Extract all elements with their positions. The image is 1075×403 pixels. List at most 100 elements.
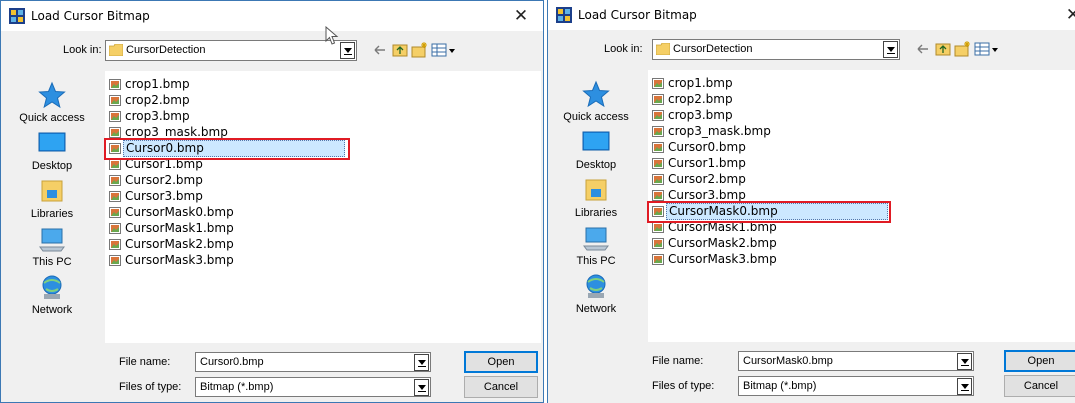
cancel-button[interactable]: Cancel xyxy=(464,376,538,398)
back-arrow-icon[interactable] xyxy=(914,40,932,58)
dialog-title: Load Cursor Bitmap xyxy=(578,8,697,22)
file-type-dropdown-button[interactable] xyxy=(414,379,429,396)
chevron-down-icon xyxy=(344,48,352,53)
look-in-value: CursorDetection xyxy=(673,43,753,55)
bitmap-file-icon xyxy=(109,127,121,138)
cancel-button[interactable]: Cancel xyxy=(1004,375,1075,397)
highlight-box xyxy=(647,201,891,223)
look-in-value: CursorDetection xyxy=(126,44,206,56)
desktop-icon xyxy=(38,132,66,152)
file-type-label: Files of type: xyxy=(652,380,715,392)
title-bar[interactable]: Load Cursor Bitmap ✕ xyxy=(548,0,1075,30)
place-quick-access[interactable]: Quick access xyxy=(1,81,103,124)
file-name-dropdown-button[interactable] xyxy=(414,354,429,371)
new-folder-icon[interactable] xyxy=(411,41,429,59)
libraries-icon xyxy=(585,179,607,201)
bitmap-file-icon xyxy=(652,78,664,89)
highlight-box xyxy=(104,138,350,160)
file-name-dropdown-button[interactable] xyxy=(957,353,972,370)
place-quick-access[interactable]: Quick access xyxy=(548,80,644,123)
open-button[interactable]: Open xyxy=(1004,350,1075,372)
dropdown-underline xyxy=(961,365,969,366)
place-label: This PC xyxy=(32,256,72,268)
place-label: Quick access xyxy=(19,112,85,124)
dropdown-underline xyxy=(344,54,352,55)
place-desktop[interactable]: Desktop xyxy=(1,129,103,172)
libraries-icon xyxy=(41,180,63,202)
navigation-toolbar xyxy=(914,38,1004,60)
app-icon xyxy=(9,8,25,24)
bitmap-file-icon xyxy=(652,94,664,105)
chevron-down-icon xyxy=(418,385,426,390)
bitmap-file-icon xyxy=(109,159,121,170)
app-icon xyxy=(556,7,572,23)
chevron-down-icon xyxy=(887,47,895,52)
bitmap-file-icon xyxy=(652,238,664,249)
bitmap-file-icon xyxy=(652,158,664,169)
mouse-pointer-icon xyxy=(325,26,339,45)
look-in-label: Look in: xyxy=(63,44,102,56)
place-libraries[interactable]: Libraries xyxy=(1,177,103,220)
place-libraries[interactable]: Libraries xyxy=(548,176,644,219)
bitmap-file-icon xyxy=(652,174,664,185)
bitmap-file-icon xyxy=(652,126,664,137)
bitmap-file-icon xyxy=(652,110,664,121)
bitmap-file-icon xyxy=(109,175,121,186)
look-in-combo[interactable]: CursorDetection xyxy=(652,39,900,60)
new-folder-icon[interactable] xyxy=(954,40,972,58)
bitmap-file-icon xyxy=(109,207,121,218)
dialog-title: Load Cursor Bitmap xyxy=(31,9,150,23)
place-label: Network xyxy=(31,304,73,316)
bitmap-file-icon xyxy=(109,239,121,250)
chevron-down-icon xyxy=(418,360,426,365)
file-list[interactable]: crop1.bmp crop2.bmp crop3.bmp crop3_mask… xyxy=(105,71,541,343)
place-label: Libraries xyxy=(574,207,618,219)
place-label: Quick access xyxy=(563,111,629,123)
file-name-value: CursorMask0.bmp xyxy=(743,355,833,367)
view-menu-icon[interactable] xyxy=(431,41,457,59)
place-desktop[interactable]: Desktop xyxy=(548,128,644,171)
bitmap-file-icon xyxy=(109,255,121,266)
bitmap-file-icon xyxy=(652,222,664,233)
folder-icon xyxy=(109,44,123,56)
desktop-icon xyxy=(582,131,610,151)
look-in-dropdown-button[interactable] xyxy=(340,42,355,59)
look-in-dropdown-button[interactable] xyxy=(883,41,898,58)
place-this-pc[interactable]: This PC xyxy=(1,225,103,268)
up-folder-icon[interactable] xyxy=(391,41,409,59)
view-menu-icon[interactable] xyxy=(974,40,1000,58)
network-icon xyxy=(42,275,62,299)
dropdown-underline xyxy=(418,366,426,367)
place-this-pc[interactable]: This PC xyxy=(548,224,644,267)
bitmap-file-icon xyxy=(652,254,664,265)
close-icon[interactable]: ✕ xyxy=(1063,5,1075,25)
place-network[interactable]: Network xyxy=(548,272,644,315)
file-type-combo[interactable]: Bitmap (*.bmp) xyxy=(195,377,431,397)
close-icon[interactable]: ✕ xyxy=(511,6,531,26)
star-icon xyxy=(38,81,66,109)
open-button[interactable]: Open xyxy=(464,351,538,373)
up-folder-icon[interactable] xyxy=(934,40,952,58)
file-type-value: Bitmap (*.bmp) xyxy=(200,381,274,393)
chevron-down-icon xyxy=(961,384,969,389)
bitmap-file-icon xyxy=(109,79,121,90)
place-label: This PC xyxy=(576,255,616,267)
file-name-combo[interactable]: Cursor0.bmp xyxy=(195,352,431,372)
file-type-combo[interactable]: Bitmap (*.bmp) xyxy=(738,376,974,396)
folder-icon xyxy=(656,43,670,55)
file-type-dropdown-button[interactable] xyxy=(957,378,972,395)
network-icon xyxy=(586,274,606,298)
title-bar[interactable]: Load Cursor Bitmap ✕ xyxy=(1,1,543,31)
back-arrow-icon[interactable] xyxy=(371,41,389,59)
place-network[interactable]: Network xyxy=(1,273,103,316)
file-name-combo[interactable]: CursorMask0.bmp xyxy=(738,351,974,371)
file-name-label: File name: xyxy=(652,355,704,367)
look-in-combo[interactable]: CursorDetection xyxy=(105,40,357,61)
navigation-toolbar xyxy=(371,39,461,61)
file-type-label: Files of type: xyxy=(119,381,182,393)
load-cursor-dialog-right: Load Cursor Bitmap ✕ Look in: CursorDete… xyxy=(547,0,1075,403)
file-type-value: Bitmap (*.bmp) xyxy=(743,380,817,392)
star-icon xyxy=(582,80,610,108)
chevron-down-icon xyxy=(961,359,969,364)
place-label: Libraries xyxy=(30,208,74,220)
